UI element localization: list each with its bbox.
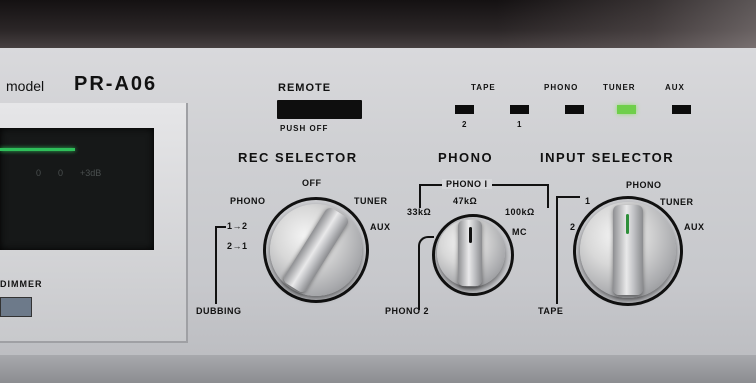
rec-pos-off: OFF [302,178,322,188]
phono1-label: PHONO I [442,179,492,189]
input-selector-knob[interactable] [580,202,676,298]
top-cover [0,0,756,50]
tape1-number: 1 [517,120,522,129]
input-pointer [626,214,629,234]
load-47k: 47kΩ [453,196,478,206]
remote-label: REMOTE [278,82,332,94]
rec-selector-grip [281,205,351,295]
phono-title: PHONO [438,150,494,165]
input-pos-1: 1 [585,196,591,206]
phono-indicator-label: PHONO [544,83,579,92]
phono-pointer [469,227,472,243]
meter-tick: 0 [58,168,64,178]
remote-push-off-button[interactable] [277,100,362,119]
aux-indicator-led [672,105,691,114]
level-meter-window [0,128,154,250]
amplifier-photo: model PR-A06 0 0 +3dB DIMMER REMOTE PUSH… [0,0,756,383]
dubbing-bracket [215,226,226,304]
rec-selector-knob[interactable] [270,204,362,296]
meter-tick: 0 [36,168,42,178]
rec-pos-aux: AUX [370,222,391,232]
push-off-label: PUSH OFF [280,124,329,133]
meter-level-bar [0,148,75,151]
tape-indicator-label: TAPE [471,83,496,92]
phono-selector-knob[interactable] [437,219,505,287]
rec-pos-2to1: 2→1 [227,241,248,251]
dimmer-button[interactable] [0,297,32,317]
dimmer-label: DIMMER [0,279,43,289]
tape-label: TAPE [538,306,564,316]
rec-selector-title: REC SELECTOR [238,150,358,165]
load-33k: 33kΩ [407,207,432,217]
cover-highlight [496,0,756,50]
tape1-indicator-led [510,105,529,114]
rec-pos-tuner: TUNER [354,196,388,206]
rec-pos-1to2: 1→2 [227,221,248,231]
phono2-label: PHONO 2 [385,306,430,316]
phono-indicator-led [565,105,584,114]
tape2-indicator-led [455,105,474,114]
input-pos-tuner: TUNER [660,197,694,207]
rec-pos-phono: PHONO [230,196,266,206]
input-pos-phono: PHONO [626,180,662,190]
input-pos-aux: AUX [684,222,705,232]
model-prefix: model [6,78,45,94]
dubbing-label: DUBBING [196,306,242,316]
panel-lower-edge [0,355,756,383]
input-selector-title: INPUT SELECTOR [540,150,675,165]
aux-indicator-label: AUX [665,83,685,92]
mc-label: MC [512,227,527,237]
tape2-number: 2 [462,120,467,129]
tuner-indicator-label: TUNER [603,83,636,92]
model-name: PR-A06 [74,73,158,95]
tuner-indicator-led [617,105,636,114]
load-100k: 100kΩ [505,207,535,217]
meter-tick: +3dB [80,168,102,178]
